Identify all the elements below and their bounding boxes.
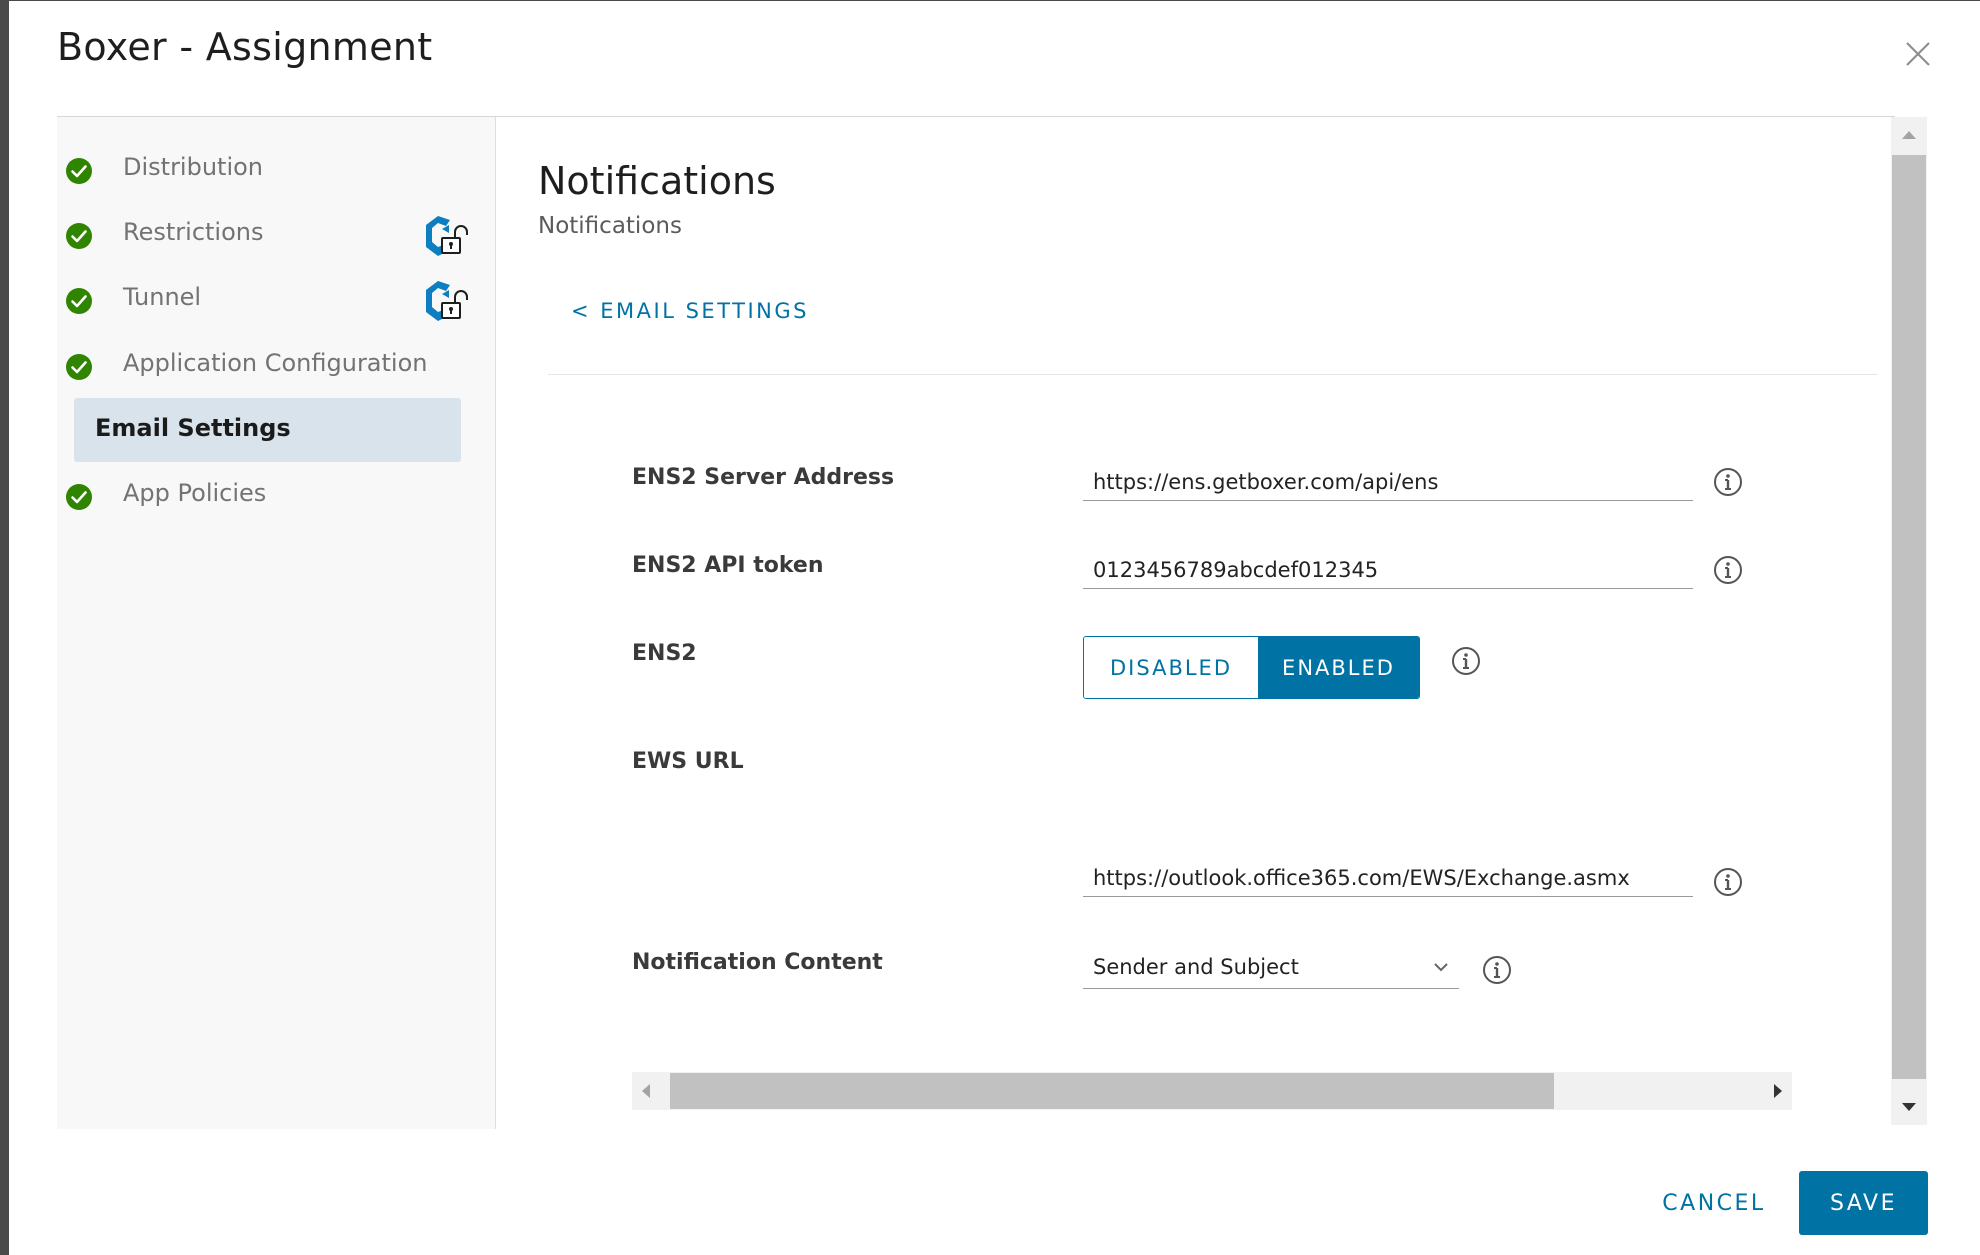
notification-content-label: Notification Content [632, 950, 883, 975]
ens2-enabled-button[interactable]: ENABLED [1258, 637, 1419, 698]
check-circle-icon [66, 223, 92, 249]
scroll-down-arrow-icon[interactable] [1901, 1101, 1917, 1113]
check-circle-icon [66, 158, 92, 184]
scroll-left-arrow-icon[interactable] [640, 1083, 652, 1099]
ens2-toggle: DISABLED ENABLED [1083, 636, 1420, 699]
section-divider [548, 374, 1878, 375]
sidebar-item-label: Email Settings [95, 414, 291, 442]
sidebar-item-label: Application Configuration [123, 349, 428, 377]
content-frame: Distribution Restrictions Tunnel Applica… [57, 116, 1895, 1129]
check-circle-icon [66, 288, 92, 314]
notification-content-value: Sender and Subject [1093, 955, 1299, 979]
scroll-up-arrow-icon[interactable] [1901, 129, 1917, 141]
sidebar-item-label: Tunnel [123, 283, 202, 311]
ens2-label: ENS2 [632, 641, 697, 666]
assignment-dialog: Boxer - Assignment Distribution Restrict… [9, 1, 1980, 1255]
sidebar-nav: Distribution Restrictions Tunnel Applica… [57, 117, 496, 1129]
sidebar-item-label: Restrictions [123, 218, 264, 246]
horizontal-scrollbar[interactable] [632, 1072, 1792, 1110]
ews-url-label: EWS URL [632, 749, 744, 774]
section-title: Notifications [538, 159, 776, 203]
dialog-title: Boxer - Assignment [57, 25, 433, 69]
ens2-disabled-button[interactable]: DISABLED [1084, 637, 1258, 698]
ens2-api-token-input[interactable] [1083, 551, 1693, 589]
sidebar-item-restrictions[interactable]: Restrictions [57, 202, 495, 266]
ens2-server-address-input[interactable] [1083, 463, 1693, 501]
notification-content-select[interactable]: Sender and Subject [1083, 949, 1459, 989]
info-icon[interactable] [1712, 554, 1744, 586]
ens2-api-token-label: ENS2 API token [632, 553, 824, 578]
sidebar-item-email-settings[interactable]: Email Settings [74, 398, 461, 462]
close-icon[interactable] [1901, 37, 1935, 71]
main-content: Notifications Notifications < EMAIL SETT… [538, 117, 1888, 1129]
sidebar-item-label: App Policies [123, 479, 267, 507]
lock-unlocked-icon [426, 281, 468, 321]
info-icon[interactable] [1712, 866, 1744, 898]
chevron-down-icon [1434, 963, 1448, 972]
back-to-email-settings-link[interactable]: < EMAIL SETTINGS [571, 299, 809, 323]
sidebar-item-application-configuration[interactable]: Application Configuration [57, 333, 495, 397]
vertical-scrollbar[interactable] [1891, 117, 1927, 1125]
ens2-server-address-label: ENS2 Server Address [632, 465, 895, 490]
info-icon[interactable] [1712, 466, 1744, 498]
sidebar-item-distribution[interactable]: Distribution [57, 137, 495, 201]
sidebar-item-app-policies[interactable]: App Policies [57, 463, 495, 527]
check-circle-icon [66, 484, 92, 510]
horizontal-scroll-thumb[interactable] [670, 1073, 1554, 1109]
info-icon[interactable] [1450, 645, 1482, 677]
cancel-button[interactable]: CANCEL [1629, 1171, 1799, 1235]
check-circle-icon [66, 354, 92, 380]
lock-unlocked-icon [426, 216, 468, 256]
save-button[interactable]: SAVE [1799, 1171, 1928, 1235]
vertical-scroll-thumb[interactable] [1892, 155, 1926, 1079]
ews-url-input[interactable] [1083, 859, 1693, 897]
sidebar-item-label: Distribution [123, 153, 264, 181]
section-subtitle: Notifications [538, 213, 682, 239]
sidebar-item-tunnel[interactable]: Tunnel [57, 267, 495, 331]
info-icon[interactable] [1481, 954, 1513, 986]
scroll-right-arrow-icon[interactable] [1772, 1083, 1784, 1099]
